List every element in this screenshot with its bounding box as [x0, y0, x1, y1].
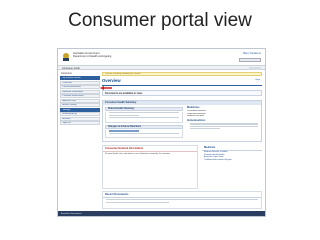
recent-documents-panel: Recent Documents — [102, 191, 262, 209]
alert-text: Documents are available to view. — [105, 92, 143, 95]
alert-box: Documents are available to view. — [102, 90, 262, 96]
sidebar-item-ehealth-record[interactable]: My eHealth record — [60, 76, 100, 80]
coat-of-arms-icon — [63, 53, 69, 61]
sidebar-item-advance-care[interactable]: Advance care — [60, 98, 100, 103]
sidebar-item-nominated-rep[interactable]: Nominated rep — [60, 112, 100, 116]
sidebar-item-clinical-documents[interactable]: Clinical documents — [60, 85, 100, 89]
footer-text: Australian Government — [61, 212, 82, 215]
allergies-heading[interactable]: Allergies & Adverse Reactions — [105, 125, 183, 130]
portal-header: Australian Government Department of Heal… — [58, 49, 265, 65]
slide-title: Consumer portal view — [68, 10, 252, 31]
medicare-panel: Medicare Medicare Benefits Schedule Phar… — [202, 145, 262, 189]
shared-health-summary-heading[interactable]: Shared Health Summary — [105, 107, 183, 111]
gov-branding: Australian Government Department of Heal… — [73, 52, 143, 58]
summary-right-column: Medicines Prescribed Medicine Dispensed … — [187, 106, 261, 131]
immunisations-heading: Immunisations — [187, 119, 206, 123]
text-line — [190, 128, 220, 130]
toolbar: Consumer portal — [58, 65, 265, 70]
text-line — [109, 114, 140, 116]
sidebar-item-medicare[interactable]: Medicare information — [60, 89, 100, 94]
panel-heading: Consumer Health Summary — [103, 101, 261, 105]
medicare-link[interactable]: Childhood Immunisation Register — [202, 159, 262, 162]
text-line — [190, 125, 258, 127]
medicine-item: Medicare Records — [187, 115, 204, 118]
medicines-heading: Medicines — [187, 106, 200, 109]
sidebar-item-overview[interactable]: Overview — [60, 80, 100, 85]
help-link[interactable]: Help — [256, 79, 261, 81]
text-line — [106, 201, 170, 203]
text-line — [109, 130, 140, 132]
header-links[interactable]: Help | Contact us — [243, 52, 261, 55]
recent-documents-heading: Recent Documents — [103, 192, 261, 198]
footer: Australian Government — [58, 211, 265, 216]
title-divider — [102, 85, 262, 86]
text-line — [190, 123, 258, 125]
logout-button[interactable] — [239, 58, 261, 62]
text-line — [106, 199, 258, 201]
sidebar-item-sign-out[interactable]: Sign out — [60, 121, 100, 125]
shared-health-summary-body — [105, 112, 183, 124]
sidebar-item-access-history[interactable]: Access history — [60, 103, 100, 107]
secondary-section: Consumer Entered Information Personal he… — [102, 145, 262, 189]
consumer-entered-text: Personal health notes and advance care i… — [105, 153, 171, 155]
page-title: Overview — [102, 78, 121, 83]
sidebar: Consumer My eHealth record Overview Clin… — [60, 72, 100, 216]
health-summary-panel: Consumer Health Summary Shared Health Su… — [102, 100, 262, 142]
toolbar-text: Consumer portal — [62, 67, 80, 70]
notice-banner: You are currently viewing this record. — [102, 72, 262, 76]
text-line — [109, 132, 179, 134]
allergies-body — [105, 130, 183, 139]
sidebar-item-health-notes[interactable]: Personal health notes — [60, 94, 100, 98]
gov-line-2: Department of Health and Ageing — [73, 55, 112, 58]
portal-screenshot: Australian Government Department of Heal… — [57, 48, 266, 217]
toolbar-button[interactable] — [249, 66, 261, 70]
summary-left-column: Shared Health Summary Allergies & Advers… — [105, 107, 183, 139]
sidebar-item-settings[interactable]: Settings — [60, 107, 100, 112]
text-line — [109, 112, 179, 114]
text-line — [109, 116, 179, 119]
consumer-entered-panel: Consumer Entered Information Personal he… — [102, 145, 198, 189]
sidebar-item-account[interactable]: Account — [60, 116, 100, 121]
